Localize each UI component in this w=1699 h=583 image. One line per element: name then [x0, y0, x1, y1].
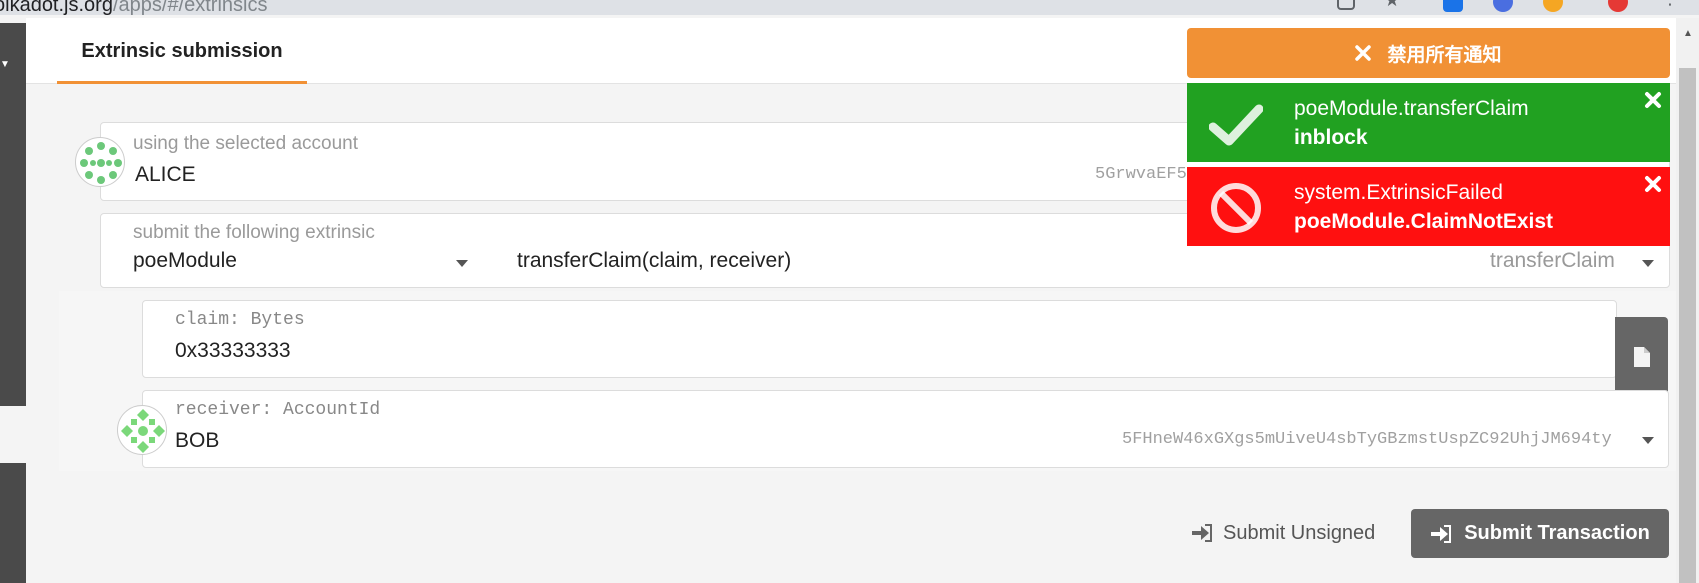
receiver-identicon: [117, 405, 167, 455]
receiver-selector[interactable]: receiver: AccountId BOB 5FHneW46xGXgs5mU…: [142, 390, 1669, 468]
sidebar-caret-icon[interactable]: ▼: [0, 59, 10, 70]
receiver-label: receiver: AccountId: [175, 400, 381, 420]
scrollbar-thumb[interactable]: [1679, 68, 1696, 583]
notification-title: system.ExtrinsicFailed: [1294, 181, 1503, 204]
module-select[interactable]: poeModule: [133, 249, 237, 273]
file-upload-button[interactable]: [1615, 317, 1668, 396]
claim-value[interactable]: 0x33333333: [175, 339, 291, 363]
claim-label: claim: Bytes: [175, 310, 305, 330]
scroll-up-arrow-icon[interactable]: ▲: [1683, 28, 1693, 39]
account-label: using the selected account: [133, 133, 358, 154]
sign-in-icon: [1192, 524, 1212, 542]
ban-icon: [1211, 183, 1261, 233]
notification-error: system.ExtrinsicFailed poeModule.ClaimNo…: [1187, 167, 1670, 246]
browser-toolbar: olkadot.js.org/apps/#/extrinsics ★ ⋮: [0, 0, 1699, 15]
checkmark-icon: [1209, 104, 1263, 146]
browser-menu-icon[interactable]: ⋮: [1661, 0, 1681, 8]
sign-in-icon: [1431, 524, 1452, 543]
disable-notifications-label: 禁用所有通知: [1387, 44, 1502, 66]
call-dropdown-icon[interactable]: [1642, 260, 1654, 267]
receiver-dropdown-icon[interactable]: [1642, 437, 1654, 444]
disable-notifications-button[interactable]: 禁用所有通知: [1187, 28, 1670, 78]
close-icon[interactable]: [1644, 175, 1662, 193]
extension-blue-icon[interactable]: [1443, 0, 1463, 12]
extension-orange-icon[interactable]: [1543, 0, 1563, 12]
close-icon: [1355, 45, 1372, 61]
submit-unsigned-label: Submit Unsigned: [1223, 521, 1376, 544]
call-signature[interactable]: transferClaim(claim, receiver): [517, 249, 791, 273]
submit-transaction-label: Submit Transaction: [1464, 522, 1650, 544]
url-path: /apps/#/extrinsics: [112, 0, 268, 15]
submit-transaction-button[interactable]: Submit Transaction: [1411, 509, 1669, 558]
claim-input[interactable]: claim: Bytes 0x33333333: [142, 300, 1617, 378]
notification-success: poeModule.transferClaim inblock: [1187, 83, 1670, 162]
submit-unsigned-button[interactable]: Submit Unsigned: [1191, 510, 1375, 556]
tab-extrinsic-submission[interactable]: Extrinsic submission: [57, 18, 307, 84]
module-dropdown-icon[interactable]: [456, 260, 468, 267]
bookmark-star-icon[interactable]: ★: [1384, 0, 1404, 10]
url-host: olkadot.js.org: [0, 0, 113, 15]
notification-detail: inblock: [1294, 126, 1368, 149]
file-icon: [1634, 347, 1650, 367]
account-address: 5GrwvaEF5: [1095, 165, 1187, 184]
extrinsic-label: submit the following extrinsic: [133, 222, 375, 243]
address-bar[interactable]: olkadot.js.org/apps/#/extrinsics: [0, 0, 267, 15]
sidebar-collapsed: [0, 23, 26, 406]
translate-icon[interactable]: [1337, 0, 1355, 10]
sidebar-collapsed-lower: [0, 463, 26, 583]
receiver-address: 5FHneW46xGXgs5mUiveU4sbTyGBzmstUspZC92Uh…: [1122, 430, 1612, 449]
account-name: ALICE: [135, 163, 196, 186]
profile-avatar-icon[interactable]: [1608, 0, 1628, 12]
receiver-name: BOB: [175, 429, 220, 452]
notification-title: poeModule.transferClaim: [1294, 97, 1529, 120]
account-identicon: [75, 137, 125, 187]
extension-globe-icon[interactable]: [1493, 0, 1513, 12]
call-select[interactable]: transferClaim: [1490, 249, 1615, 273]
close-icon[interactable]: [1644, 91, 1662, 109]
notification-detail: poeModule.ClaimNotExist: [1294, 210, 1554, 233]
